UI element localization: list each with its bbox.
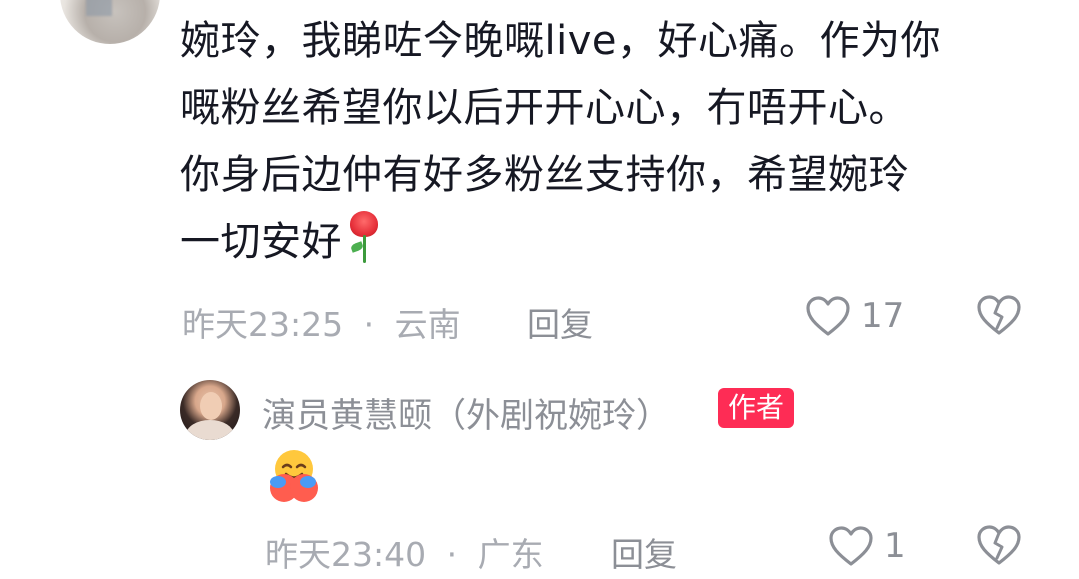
comment-line: 婉玲，我睇咗今晚嘅live，好心痛。作为你 — [180, 18, 942, 64]
comment-line: 你身后边仲有好多粉丝支持你，希望婉玲 — [180, 152, 909, 198]
comment-line: 嘅粉丝希望你以后开开心心，冇唔开心。 — [180, 85, 909, 131]
like-count: 1 — [884, 526, 906, 566]
dislike-button[interactable] — [976, 294, 1022, 340]
heart-outline-icon — [828, 525, 874, 567]
comment-body: 婉玲，我睇咗今晚嘅live，好心痛。作为你 嘅粉丝希望你以后开开心心，冇唔开心。… — [180, 8, 1040, 276]
dislike-button[interactable] — [976, 524, 1022, 570]
like-button[interactable]: 17 — [805, 294, 904, 338]
avatar-blur-mask — [86, 0, 112, 16]
reply-button[interactable]: 回复 — [611, 528, 677, 576]
heart-outline-icon — [805, 295, 851, 337]
broken-heart-icon — [976, 295, 1022, 340]
author-name[interactable]: 演员黄慧颐（外剧祝婉玲） — [262, 388, 670, 437]
comment-line: 一切安好 — [180, 209, 1040, 276]
reply-button[interactable]: 回复 — [527, 298, 593, 346]
like-count: 17 — [861, 296, 905, 336]
rose-emoji — [344, 209, 380, 265]
reply-time: 昨天23:40 — [265, 535, 427, 574]
author-badge: 作者 — [718, 388, 795, 428]
comment-meta: 昨天23:25 · 云南 — [182, 298, 461, 346]
meta-separator: · — [363, 305, 375, 344]
reply-meta: 昨天23:40 · 广东 — [265, 528, 544, 576]
meta-separator: · — [446, 535, 458, 574]
comment-location: 云南 — [394, 305, 461, 344]
comment-time: 昨天23:25 — [182, 305, 344, 344]
broken-heart-icon — [976, 525, 1022, 570]
like-button[interactable]: 1 — [828, 524, 906, 568]
reply-location: 广东 — [477, 535, 544, 574]
author-avatar[interactable] — [180, 380, 240, 440]
avatar-face — [200, 392, 222, 420]
hugging-face-emoji — [264, 446, 322, 504]
comment-line-text: 一切安好 — [180, 219, 342, 265]
commenter-avatar[interactable] — [60, 0, 160, 44]
avatar-shoulder — [186, 420, 234, 440]
